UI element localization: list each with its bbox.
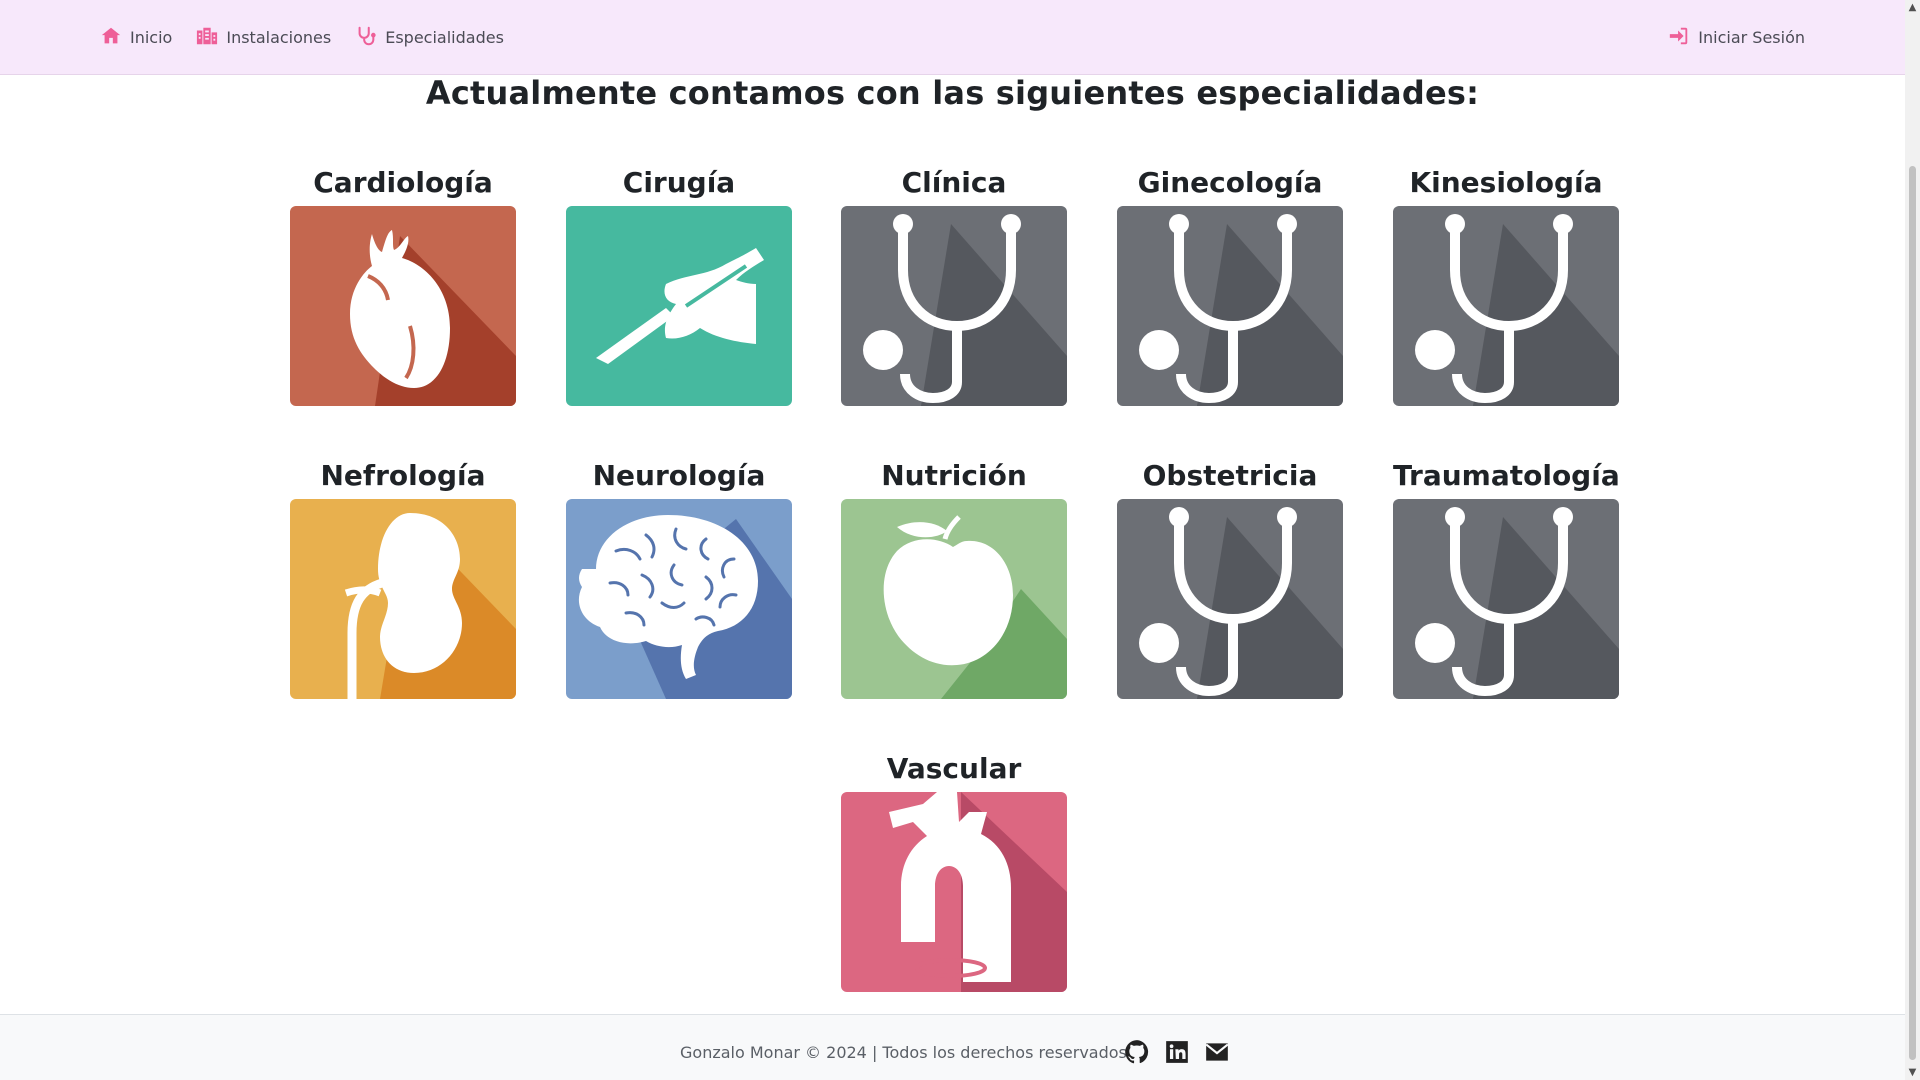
envelope-icon[interactable] xyxy=(1204,1039,1230,1065)
nav-especialidades-label: Especialidades xyxy=(385,28,504,47)
specialty-label: Clínica xyxy=(901,166,1007,199)
stethoscope-icon xyxy=(1117,499,1343,699)
sign-in-icon xyxy=(1668,25,1690,51)
scroll-up-arrow-icon[interactable]: ▲ xyxy=(1905,0,1920,15)
specialty-card-nutricion[interactable]: Nutrición xyxy=(841,453,1067,699)
navbar: Inicio Instalaciones Especialidades Inic… xyxy=(0,0,1905,75)
nav-especialidades-link[interactable]: Especialidades xyxy=(355,25,504,51)
nav-instalaciones-link[interactable]: Instalaciones xyxy=(196,25,331,51)
github-icon[interactable] xyxy=(1124,1039,1150,1065)
specialty-card-neurologia[interactable]: Neurología xyxy=(566,453,792,699)
nav-links: Inicio Instalaciones Especialidades xyxy=(100,0,504,75)
specialty-label: Traumatología xyxy=(1393,459,1620,492)
stethoscope-icon xyxy=(841,206,1067,406)
nav-instalaciones-label: Instalaciones xyxy=(226,28,332,47)
page-title: Actualmente contamos con las siguientes … xyxy=(425,74,1480,112)
scrollbar-thumb[interactable] xyxy=(1909,166,1916,1060)
scalpel-hand-icon xyxy=(566,206,792,406)
stethoscope-icon xyxy=(1117,206,1343,406)
footer: Gonzalo Monar © 2024 | Todos los derecho… xyxy=(0,1014,1905,1080)
vertical-scrollbar[interactable]: ▲ ▼ xyxy=(1905,0,1920,1080)
specialty-card-ginecologia[interactable]: Ginecología xyxy=(1117,160,1343,406)
home-icon xyxy=(100,25,122,51)
hospital-buildings-icon xyxy=(196,25,218,51)
stethoscope-icon xyxy=(1393,206,1619,406)
nav-right: Iniciar Sesión xyxy=(1668,0,1805,75)
kidney-icon xyxy=(290,499,516,699)
scroll-down-arrow-icon[interactable]: ▼ xyxy=(1905,1065,1920,1080)
specialty-label: Nutrición xyxy=(881,459,1027,492)
specialty-label: Cirugía xyxy=(622,166,736,199)
specialty-label: Ginecología xyxy=(1137,166,1323,199)
specialty-card-cirugia[interactable]: Cirugía xyxy=(566,160,792,406)
specialty-card-traumatologia[interactable]: Traumatología xyxy=(1393,453,1620,699)
linkedin-icon[interactable] xyxy=(1164,1039,1190,1065)
specialty-label: Cardiología xyxy=(313,166,493,199)
apple-icon xyxy=(841,499,1067,699)
footer-copyright: Gonzalo Monar © 2024 | Todos los derecho… xyxy=(680,1043,1127,1062)
specialty-label: Kinesiología xyxy=(1409,166,1603,199)
brain-icon xyxy=(566,499,792,699)
nav-inicio-label: Inicio xyxy=(130,28,173,47)
specialty-card-obstetricia[interactable]: Obstetricia xyxy=(1117,453,1343,699)
specialty-label: Nefrología xyxy=(320,459,486,492)
specialty-label: Vascular xyxy=(886,752,1022,785)
specialty-card-vascular[interactable]: Vascular xyxy=(841,746,1067,992)
nav-inicio-link[interactable]: Inicio xyxy=(100,25,172,51)
login-label: Iniciar Sesión xyxy=(1698,28,1805,47)
social-links xyxy=(1124,1039,1230,1065)
specialty-card-nefrologia[interactable]: Nefrología xyxy=(290,453,516,699)
specialty-label: Neurología xyxy=(592,459,766,492)
login-link[interactable]: Iniciar Sesión xyxy=(1668,25,1805,51)
specialty-card-clinica[interactable]: Clínica xyxy=(841,160,1067,406)
heart-icon xyxy=(290,206,516,406)
specialty-label: Obstetricia xyxy=(1142,459,1318,492)
aorta-icon xyxy=(841,792,1067,992)
specialty-card-kinesiologia[interactable]: Kinesiología xyxy=(1393,160,1619,406)
specialty-card-cardiologia[interactable]: Cardiología xyxy=(290,160,516,406)
stethoscope-icon xyxy=(1393,499,1619,699)
stethoscope-icon xyxy=(355,25,377,51)
